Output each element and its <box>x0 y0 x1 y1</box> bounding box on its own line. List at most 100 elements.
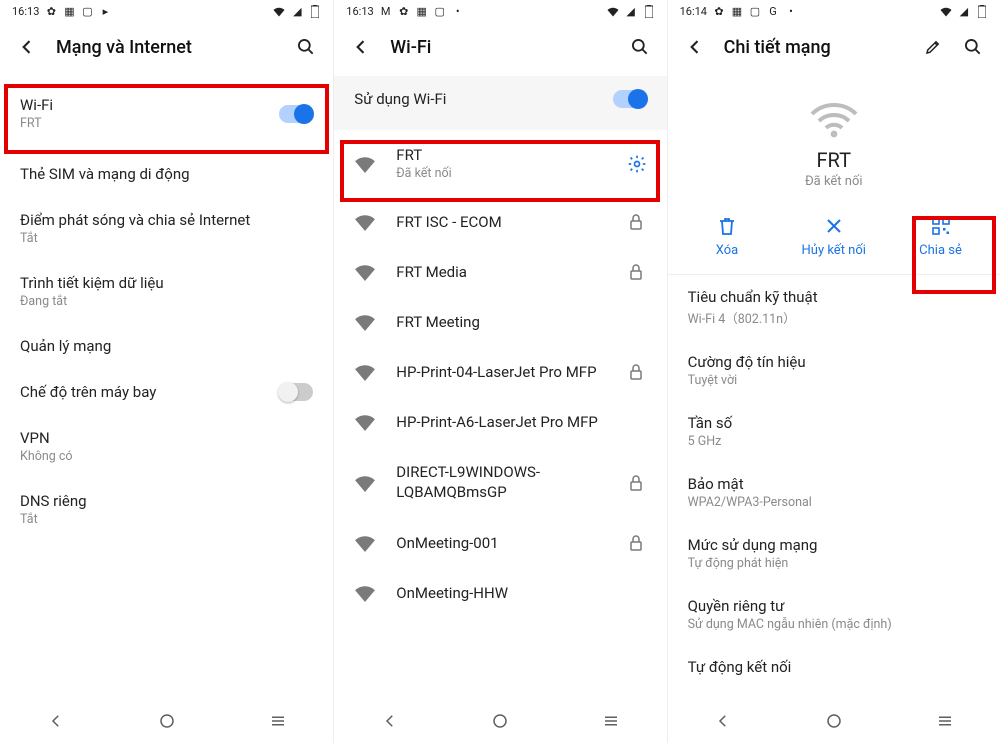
detail-row[interactable]: Bảo mật WPA2/WPA3-Personal <box>668 462 1000 523</box>
nav-recent-icon[interactable] <box>936 712 954 730</box>
wifi-icon <box>940 5 952 17</box>
network-name: DIRECT-L9WINDOWS-LQBAMQBmsGP <box>396 463 608 502</box>
lock-icon <box>629 214 647 230</box>
network-status: Đã kết nối <box>668 174 1000 189</box>
network-name: FRT Media <box>396 263 608 281</box>
nav-recent-icon[interactable] <box>269 712 287 730</box>
x-icon <box>789 213 879 239</box>
use-wifi-toggle[interactable] <box>613 90 647 108</box>
search-button[interactable] <box>962 36 984 58</box>
action-forget[interactable]: Xóa <box>682 213 772 258</box>
nav-back-icon[interactable] <box>381 712 399 730</box>
wifi-toggle[interactable] <box>279 105 313 123</box>
wifi-icon <box>354 313 376 331</box>
search-button[interactable] <box>629 36 651 58</box>
tile-icon: ▦ <box>731 5 743 17</box>
network-row[interactable]: FRT Meeting <box>334 297 666 347</box>
row-sim[interactable]: Thẻ SIM và mạng di động <box>0 151 333 197</box>
network-row[interactable]: HP-Print-A6-LaserJet Pro MFP <box>334 397 666 447</box>
row-title: VPN <box>20 429 313 447</box>
row-vpn[interactable]: VPN Không có <box>0 415 333 478</box>
detail-row[interactable]: Tiêu chuẩn kỹ thuật Wi-Fi 4（802.11n） <box>668 275 1000 340</box>
row-subtitle: Tắt <box>20 231 313 246</box>
lock-icon <box>629 364 647 380</box>
wifi-icon <box>354 413 376 431</box>
action-label: Hủy kết nối <box>789 243 879 258</box>
use-wifi-label: Sử dụng Wi-Fi <box>354 90 612 108</box>
gmail-icon: M <box>380 5 392 17</box>
page-title: Chi tiết mạng <box>724 37 904 58</box>
back-button[interactable] <box>350 36 372 58</box>
network-name: HP-Print-04-LaserJet Pro MFP <box>396 363 608 381</box>
detail-title: Cường độ tín hiệu <box>688 353 980 371</box>
lock-icon <box>629 475 647 491</box>
gear-icon: ✿ <box>45 5 57 17</box>
use-wifi-row[interactable]: Sử dụng Wi-Fi <box>334 76 666 130</box>
airplane-toggle[interactable] <box>279 383 313 401</box>
header: Mạng và Internet <box>0 22 333 76</box>
action-disconnect[interactable]: Hủy kết nối <box>789 213 879 258</box>
detail-row[interactable]: Tự động kết nối <box>668 645 1000 680</box>
network-row-frt[interactable]: FRT Đã kết nối <box>334 130 666 197</box>
youtube-icon: ▸ <box>99 5 111 17</box>
back-button[interactable] <box>684 36 706 58</box>
detail-row[interactable]: Cường độ tín hiệu Tuyệt vời <box>668 340 1000 401</box>
header: Chi tiết mạng <box>668 22 1000 76</box>
wifi-icon <box>354 534 376 552</box>
row-airplane[interactable]: Chế độ trên máy bay <box>0 369 333 415</box>
network-row[interactable]: FRT ISC - ECOM <box>334 197 666 247</box>
nav-back-icon[interactable] <box>47 712 65 730</box>
nav-home-icon[interactable] <box>825 712 843 730</box>
network-row[interactable]: HP-Print-04-LaserJet Pro MFP <box>334 347 666 397</box>
row-title: Thẻ SIM và mạng di động <box>20 165 313 183</box>
cast-icon: ▢ <box>434 5 446 17</box>
signal-icon: ◢ <box>958 5 970 17</box>
signal-icon: ◢ <box>291 5 303 17</box>
detail-value: Tuyệt vời <box>688 373 980 388</box>
wifi-icon <box>273 5 285 17</box>
nav-recent-icon[interactable] <box>602 712 620 730</box>
pane-network-detail: 16:14 ✿ ▦ ▢ G • ◢ Chi tiết mạng FRT Đã k… <box>667 0 1000 743</box>
network-row[interactable]: DIRECT-L9WINDOWS-LQBAMQBmsGP <box>334 447 666 518</box>
network-row[interactable]: OnMeeting-HHW <box>334 568 666 618</box>
network-row[interactable]: OnMeeting-001 <box>334 518 666 568</box>
row-private-dns[interactable]: DNS riêng Tắt <box>0 478 333 541</box>
nav-back-icon[interactable] <box>714 712 732 730</box>
row-hotspot[interactable]: Điểm phát sóng và chia sẻ Internet Tắt <box>0 197 333 260</box>
detail-value: WPA2/WPA3-Personal <box>688 495 980 510</box>
network-name: OnMeeting-HHW <box>396 584 646 602</box>
trash-icon <box>682 213 772 239</box>
nav-home-icon[interactable] <box>491 712 509 730</box>
wifi-icon <box>354 155 376 173</box>
action-share[interactable]: Chia sẻ <box>896 213 986 258</box>
network-row[interactable]: FRT Media <box>334 247 666 297</box>
edit-button[interactable] <box>922 36 944 58</box>
detail-value: Sử dụng MAC ngẫu nhiên (mặc định) <box>688 617 980 632</box>
gear-icon[interactable] <box>627 154 647 174</box>
detail-row[interactable]: Mức sử dụng mạng Tự động phát hiện <box>668 523 1000 584</box>
battery-icon <box>309 5 321 17</box>
row-subtitle: Đang tắt <box>20 294 313 309</box>
network-header: FRT Đã kết nối <box>668 76 1000 203</box>
status-time: 16:14 <box>680 5 707 18</box>
back-button[interactable] <box>16 36 38 58</box>
detail-row[interactable]: Quyền riêng tư Sử dụng MAC ngẫu nhiên (m… <box>668 584 1000 645</box>
detail-title: Bảo mật <box>688 475 980 493</box>
action-label: Chia sẻ <box>896 243 986 258</box>
row-data-saver[interactable]: Trình tiết kiệm dữ liệu Đang tắt <box>0 260 333 323</box>
row-wifi[interactable]: Wi-Fi FRT <box>0 76 333 151</box>
cast-icon: ▢ <box>81 5 93 17</box>
row-title: Chế độ trên máy bay <box>20 383 261 401</box>
nav-home-icon[interactable] <box>158 712 176 730</box>
nav-bar <box>334 699 666 743</box>
detail-row[interactable]: Tần số 5 GHz <box>668 401 1000 462</box>
tile-icon: ▦ <box>63 5 75 17</box>
network-name: FRT <box>668 148 1000 172</box>
row-network-mgmt[interactable]: Quản lý mạng <box>0 323 333 369</box>
detail-title: Tự động kết nối <box>688 658 980 676</box>
network-name: OnMeeting-001 <box>396 534 608 552</box>
nav-bar <box>0 699 333 743</box>
row-title: Trình tiết kiệm dữ liệu <box>20 274 313 292</box>
search-button[interactable] <box>295 36 317 58</box>
detail-title: Mức sử dụng mạng <box>688 536 980 554</box>
